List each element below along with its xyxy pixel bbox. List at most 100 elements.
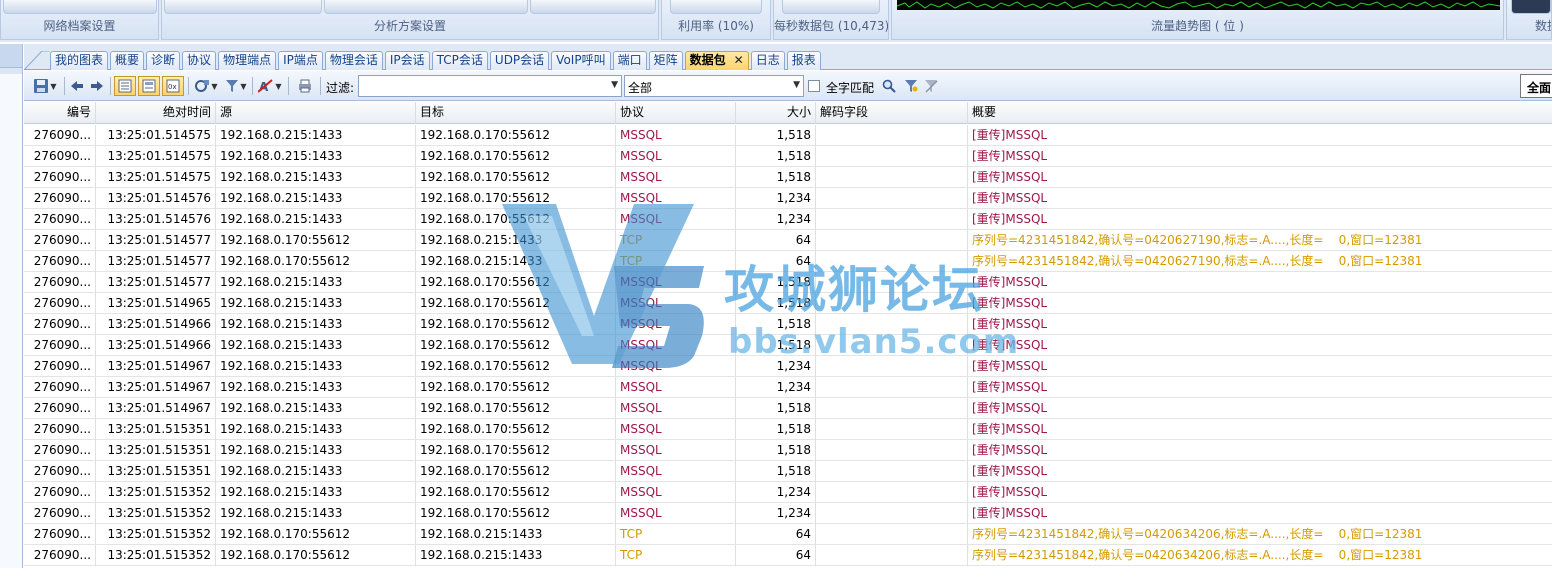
column-header-absolute-time[interactable]: 绝对时间 (96, 102, 216, 124)
tab-physical-endpoints[interactable]: 物理端点 (218, 51, 277, 70)
table-row[interactable]: 276090... 13:25:01.514575 192.168.0.215:14… (24, 167, 1552, 188)
cell-decode-field (816, 188, 968, 209)
ribbon-group-utilization[interactable]: 利用率 (10%) (661, 0, 771, 40)
filter-button[interactable]: ▼ (224, 76, 248, 96)
table-row[interactable]: 276090... 13:25:01.515352 192.168.0.170:55… (24, 524, 1552, 545)
table-row[interactable]: 276090... 13:25:01.514966 192.168.0.215:14… (24, 335, 1552, 356)
cell-summary: [重传]MSSQL (972, 464, 1048, 478)
detail-view-button[interactable] (138, 76, 160, 96)
advanced-filter-button[interactable] (902, 76, 920, 96)
scope-combobox[interactable]: 全部 ▼ (624, 75, 804, 97)
table-row[interactable]: 276090... 13:25:01.515352 192.168.0.215:14… (24, 482, 1552, 503)
toolbar-separator (288, 77, 289, 95)
hex-view-button[interactable]: 0x (162, 76, 184, 96)
forward-button[interactable] (88, 76, 106, 96)
table-row[interactable]: 276090... 13:25:01.515352 192.168.0.170:55… (24, 545, 1552, 566)
ribbon-group-packets-per-second[interactable]: 每秒数据包 (10,473) (773, 0, 889, 40)
chevron-down-icon[interactable]: ▼ (611, 80, 618, 90)
decode-button[interactable]: ▼ (192, 76, 220, 96)
table-row[interactable]: 276090... 13:25:01.514967 192.168.0.215:14… (24, 398, 1552, 419)
filter-icon (226, 80, 239, 92)
tab-label: UDP会话 (494, 53, 545, 67)
cell-destination: 192.168.0.170:55612 (416, 419, 616, 440)
ribbon-group-data[interactable]: 数据 (1506, 0, 1552, 40)
chevron-down-icon[interactable]: ▼ (793, 80, 800, 90)
column-header-number[interactable]: 编号 (24, 102, 96, 124)
table-row[interactable]: 276090... 13:25:01.514576 192.168.0.215:14… (24, 188, 1552, 209)
clear-filter-button[interactable] (922, 76, 940, 96)
tab-overview[interactable]: 概要 (110, 51, 145, 70)
cell-absolute-time: 13:25:01.515352 (96, 482, 216, 503)
table-row[interactable]: 276090... 13:25:01.514577 192.168.0.170:55… (24, 230, 1552, 251)
ribbon-button-strip[interactable] (324, 0, 528, 14)
table-row[interactable]: 276090... 13:25:01.514967 192.168.0.215:14… (24, 377, 1552, 398)
ribbon-group-network-profile[interactable]: 网络档案设置 (0, 0, 159, 40)
full-match-checkbox[interactable] (808, 80, 820, 92)
filter-combobox[interactable]: ▼ (358, 75, 622, 97)
ribbon: 网络档案设置 分析方案设置 利用率 (10%) 每秒数据包 (10,473) 流… (0, 0, 1552, 42)
ribbon-group-traffic-trend[interactable]: 流量趋势图 ( 位 ) (891, 0, 1504, 40)
table-row[interactable]: 276090... 13:25:01.514577 192.168.0.170:55… (24, 251, 1552, 272)
ribbon-group-analysis-scheme[interactable]: 分析方案设置 (161, 0, 659, 40)
scope-value: 全部 (628, 81, 653, 95)
list-view-button[interactable] (114, 76, 136, 96)
cell-size: 64 (736, 230, 816, 251)
table-row[interactable]: 276090... 13:25:01.515351 192.168.0.215:14… (24, 461, 1552, 482)
table-row[interactable]: 276090... 13:25:01.515352 192.168.0.215:14… (24, 503, 1552, 524)
tab-diagnosis[interactable]: 诊断 (146, 51, 181, 70)
tab-voip-calls[interactable]: VoIP呼叫 (551, 51, 611, 70)
ribbon-button-strip[interactable] (530, 0, 656, 14)
cell-summary: [重传]MSSQL (972, 170, 1048, 184)
cell-protocol: MSSQL (616, 503, 736, 524)
column-header-source[interactable]: 源 (216, 102, 416, 124)
column-header-summary[interactable]: 概要 (968, 102, 1552, 124)
tab-packets[interactable]: 数据包 ✕ (684, 51, 749, 70)
full-button[interactable]: 全面 (1520, 74, 1552, 98)
tab-my-charts[interactable]: 我的图表 (50, 51, 109, 70)
back-button[interactable] (68, 76, 86, 96)
table-row[interactable]: 276090... 13:25:01.514965 192.168.0.215:14… (24, 293, 1552, 314)
table-row[interactable]: 276090... 13:25:01.514577 192.168.0.215:14… (24, 272, 1552, 293)
tab-bar-corner (24, 51, 50, 70)
table-row[interactable]: 276090... 13:25:01.515351 192.168.0.215:14… (24, 440, 1552, 461)
tab-physical-sessions[interactable]: 物理会话 (324, 51, 383, 70)
table-row[interactable]: 276090... 13:25:01.514576 192.168.0.215:14… (24, 209, 1552, 230)
cell-protocol: MSSQL (616, 293, 736, 314)
tab-tcp-sessions[interactable]: TCP会话 (431, 51, 488, 70)
close-tab-icon[interactable]: ✕ (734, 53, 744, 67)
cell-protocol: TCP (616, 545, 736, 566)
column-header-protocol[interactable]: 协议 (616, 102, 736, 124)
save-button[interactable]: ▼ (30, 76, 60, 96)
packet-grid[interactable]: 编号 绝对时间 源 目标 协议 大小 解码字段 概要 276090... 13:2… (24, 102, 1552, 568)
table-row[interactable]: 276090... 13:25:01.514967 192.168.0.215:14… (24, 356, 1552, 377)
tab-udp-sessions[interactable]: UDP会话 (489, 51, 550, 70)
search-button[interactable] (880, 76, 898, 96)
tab-ports[interactable]: 端口 (612, 51, 647, 70)
tab-matrix[interactable]: 矩阵 (648, 51, 683, 70)
tab-ip-endpoints[interactable]: IP端点 (278, 51, 323, 70)
cell-destination: 192.168.0.215:1433 (416, 251, 616, 272)
tab-report[interactable]: 报表 (786, 51, 821, 70)
tab-log[interactable]: 日志 (750, 51, 785, 70)
column-header-decode-field[interactable]: 解码字段 (816, 102, 968, 124)
ribbon-button-strip[interactable] (164, 0, 322, 14)
highlight-button[interactable]: A▼ (256, 76, 284, 96)
cell-size: 1,234 (736, 503, 816, 524)
cell-number: 276090... (24, 188, 96, 209)
cell-decode-field (816, 293, 968, 314)
ribbon-button-strip[interactable] (3, 0, 157, 14)
cell-size: 1,518 (736, 440, 816, 461)
left-pane-body[interactable] (0, 74, 22, 568)
left-navigation-pane[interactable] (0, 44, 23, 568)
tab-ip-sessions[interactable]: IP会话 (384, 51, 430, 70)
table-row[interactable]: 276090... 13:25:01.515351 192.168.0.215:14… (24, 419, 1552, 440)
cell-destination: 192.168.0.170:55612 (416, 293, 616, 314)
column-header-destination[interactable]: 目标 (416, 102, 616, 124)
tab-protocol[interactable]: 协议 (182, 51, 217, 70)
print-button[interactable] (294, 76, 316, 96)
traffic-trend-chart (897, 0, 1500, 10)
column-header-size[interactable]: 大小 (736, 102, 816, 124)
table-row[interactable]: 276090... 13:25:01.514966 192.168.0.215:14… (24, 314, 1552, 335)
table-row[interactable]: 276090... 13:25:01.514575 192.168.0.215:14… (24, 146, 1552, 167)
table-row[interactable]: 276090... 13:25:01.514575 192.168.0.215:14… (24, 125, 1552, 146)
